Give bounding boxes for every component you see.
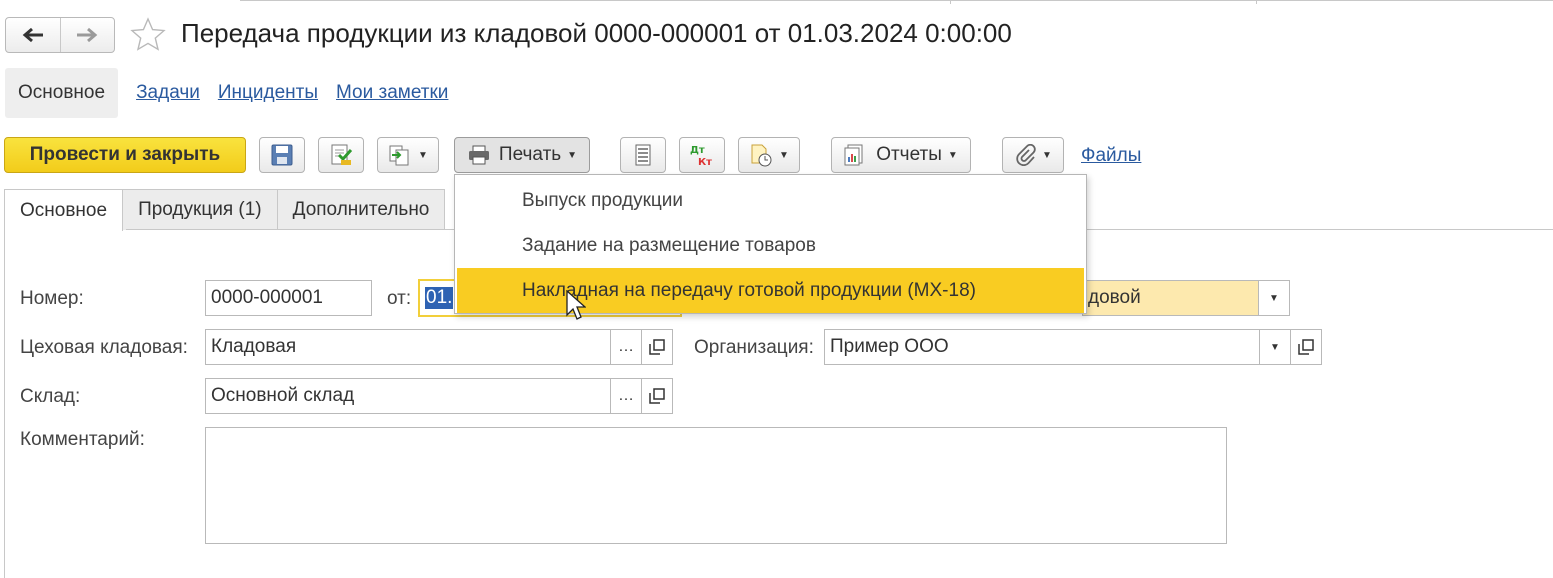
post-and-close-button[interactable]: Провести и закрыть xyxy=(4,137,246,173)
top-divider xyxy=(950,0,951,4)
open-window-icon xyxy=(649,339,665,355)
workshop-field[interactable]: Кладовая … xyxy=(205,329,642,365)
number-value: 0000-000001 xyxy=(211,287,323,308)
floppy-disk-icon xyxy=(271,144,293,166)
print-menu: Выпуск продукции Задание на размещение т… xyxy=(454,174,1087,314)
tab-panel-border xyxy=(4,229,5,578)
attach-button[interactable]: ▼ xyxy=(1002,137,1064,173)
reports-icon xyxy=(844,144,863,166)
mouse-cursor-icon xyxy=(566,290,586,320)
ellipsis-icon: … xyxy=(618,387,634,404)
form-tabs: Основное Продукция (1) Дополнительно xyxy=(4,189,446,231)
related-documents-button[interactable]: ▼ xyxy=(738,137,800,173)
post-button[interactable] xyxy=(318,137,364,173)
ellipsis-icon: … xyxy=(618,338,634,355)
operation-value: довой xyxy=(1088,287,1141,308)
print-button[interactable]: Печать ▼ xyxy=(454,137,590,173)
operation-field[interactable]: довой ▼ xyxy=(1082,280,1290,316)
arrow-left-icon xyxy=(22,27,43,43)
warehouse-select-button[interactable]: … xyxy=(610,379,641,413)
date-value: 01. xyxy=(425,287,454,309)
chevron-down-icon: ▼ xyxy=(1270,341,1280,353)
page-title: Передача продукции из кладовой 0000-0000… xyxy=(181,18,1012,48)
forward-button[interactable] xyxy=(59,18,115,52)
workshop-open-button[interactable] xyxy=(641,329,673,365)
operation-dropdown-button[interactable]: ▼ xyxy=(1258,281,1289,315)
chevron-down-icon: ▼ xyxy=(779,149,789,161)
warehouse-open-button[interactable] xyxy=(641,378,673,414)
printer-icon xyxy=(468,145,489,165)
top-border xyxy=(240,0,1553,4)
print-label: Печать xyxy=(498,144,562,165)
chevron-down-icon: ▼ xyxy=(1042,149,1052,161)
section-tasks[interactable]: Задачи xyxy=(136,82,200,104)
organization-open-button[interactable] xyxy=(1290,329,1322,365)
save-button[interactable] xyxy=(259,137,305,173)
list-icon xyxy=(635,144,651,166)
chevron-down-icon: ▼ xyxy=(947,149,958,161)
menu-item-production-release[interactable]: Выпуск продукции xyxy=(457,178,1084,223)
menu-item-placement-task[interactable]: Задание на размещение товаров xyxy=(457,223,1084,268)
debit-credit-icon: Дт Кт xyxy=(690,145,712,167)
number-field[interactable]: 0000-000001 xyxy=(205,280,372,316)
comment-label: Комментарий: xyxy=(20,429,145,450)
reports-label: Отчеты xyxy=(876,144,942,165)
organization-dropdown-button[interactable]: ▼ xyxy=(1259,330,1290,364)
workshop-label: Цеховая кладовая: xyxy=(20,337,188,358)
post-document-icon xyxy=(331,144,353,165)
section-incidents[interactable]: Инциденты xyxy=(218,82,318,104)
organization-value: Пример ООО xyxy=(830,336,949,357)
tab-main[interactable]: Основное xyxy=(4,189,124,231)
files-link[interactable]: Файлы xyxy=(1081,145,1141,167)
date-label: от: xyxy=(387,288,412,309)
chevron-down-icon: ▼ xyxy=(567,149,578,161)
create-based-on-button[interactable]: ▼ xyxy=(377,137,439,173)
warehouse-field[interactable]: Основной склад … xyxy=(205,378,642,414)
back-button[interactable] xyxy=(6,18,60,52)
comment-textarea[interactable] xyxy=(205,427,1227,544)
section-main[interactable]: Основное xyxy=(5,68,119,118)
warehouse-label: Склад: xyxy=(20,386,81,407)
warehouse-value: Основной склад xyxy=(211,385,355,406)
open-window-icon xyxy=(649,388,665,404)
debit-credit-button[interactable]: Дт Кт xyxy=(679,137,725,173)
top-divider xyxy=(1256,0,1257,4)
tab-products[interactable]: Продукция (1) xyxy=(123,189,278,230)
create-based-on-icon xyxy=(389,145,409,166)
open-window-icon xyxy=(1298,339,1314,355)
workshop-value: Кладовая xyxy=(211,336,297,357)
chevron-down-icon: ▼ xyxy=(418,149,428,161)
structure-button[interactable] xyxy=(620,137,666,173)
star-icon[interactable] xyxy=(130,17,166,53)
svg-text:Кт: Кт xyxy=(698,157,712,167)
arrow-right-icon xyxy=(77,27,98,43)
menu-item-mx18-invoice[interactable]: Накладная на передачу готовой продукции … xyxy=(457,268,1084,313)
tab-additional[interactable]: Дополнительно xyxy=(277,189,446,230)
organization-label: Организация: xyxy=(694,337,814,358)
section-nav: Основное Задачи Инциденты Мои заметки xyxy=(5,68,448,118)
svg-text:Дт: Дт xyxy=(690,145,705,156)
history-nav xyxy=(5,17,115,53)
document-clock-icon xyxy=(751,144,772,167)
paperclip-icon xyxy=(1016,144,1036,166)
organization-field[interactable]: Пример ООО ▼ xyxy=(824,329,1291,365)
chevron-down-icon: ▼ xyxy=(1269,292,1279,304)
section-notes[interactable]: Мои заметки xyxy=(336,82,448,104)
number-label: Номер: xyxy=(20,288,84,309)
workshop-select-button[interactable]: … xyxy=(610,330,641,364)
reports-button[interactable]: Отчеты ▼ xyxy=(831,137,971,173)
